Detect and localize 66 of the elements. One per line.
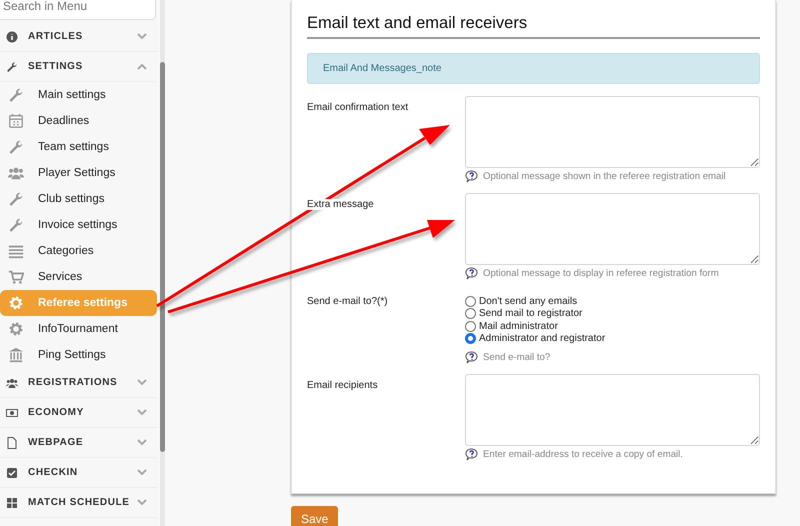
wrench-icon	[8, 217, 24, 233]
sidebar-item[interactable]: Deadlines	[0, 108, 157, 134]
field-label: Extra message	[307, 199, 374, 210]
help-text: Optional message shown in the referee registration email	[483, 171, 726, 182]
sidebar-item[interactable]: Ping Settings	[0, 342, 157, 368]
bank-icon	[8, 347, 24, 363]
help-text: Enter email-address to receive a copy of email.	[483, 449, 683, 460]
sidebar-item[interactable]: InfoTournament	[0, 316, 157, 342]
radio-button[interactable]	[465, 333, 476, 344]
checkbox-icon	[6, 466, 18, 478]
radio-button[interactable]	[465, 296, 476, 307]
wrench-icon	[8, 139, 24, 155]
help-icon	[465, 267, 478, 280]
page-icon	[6, 436, 18, 448]
sidebar-section[interactable]: ECONOMY	[0, 398, 157, 428]
radio-button[interactable]	[465, 308, 476, 320]
info-icon	[6, 30, 18, 42]
radio-label[interactable]: Don't send any emails	[479, 296, 578, 307]
sidebar-section[interactable]: MATCH SCHEDULE	[0, 488, 157, 518]
help-icon	[465, 351, 478, 364]
people-icon	[6, 376, 18, 388]
field-label: Email confirmation text	[307, 102, 408, 113]
radio-label[interactable]: Mail administrator	[479, 320, 558, 332]
chevron-icon	[137, 499, 147, 506]
chevron-icon	[137, 469, 147, 476]
card-title: Email text and email receivers	[307, 14, 760, 39]
sidebar-item[interactable]: Player Settings	[0, 160, 157, 186]
wrench-icon	[8, 191, 24, 207]
wrench-icon	[8, 87, 24, 103]
sidebar-section[interactable]: WEBPAGE	[0, 428, 157, 458]
sidebar-item[interactable]: Invoice settings	[0, 212, 157, 238]
sidebar-section[interactable]: REGISTRATIONS	[0, 368, 157, 398]
sidebar-item[interactable]: Categories	[0, 238, 157, 264]
help-icon	[465, 448, 478, 461]
gear-icon	[8, 321, 24, 337]
info-note: Email And Messages_note	[307, 53, 760, 84]
radio-label[interactable]: Administrator and registrator	[479, 333, 606, 344]
wrench-icon	[6, 60, 18, 72]
radio-label[interactable]: Send mail to registrator	[479, 308, 582, 320]
radio-button[interactable]	[465, 320, 476, 332]
cart-icon	[8, 269, 24, 285]
grid-icon	[6, 496, 18, 508]
chevron-icon	[137, 409, 147, 416]
chevron-icon	[137, 439, 147, 446]
chevron-icon	[137, 33, 147, 40]
help-icon	[465, 170, 478, 183]
money-icon	[6, 406, 18, 418]
gear-icon	[8, 295, 24, 311]
people-icon	[8, 165, 24, 181]
sidebar-section[interactable]: CHECKIN	[0, 458, 157, 488]
calendar-icon	[8, 113, 24, 129]
chevron-icon	[137, 63, 147, 70]
sidebar-item[interactable]: Services	[0, 264, 157, 290]
sidebar-section[interactable]: ARTICLES	[0, 22, 157, 52]
field-label: Email recipients	[307, 380, 378, 391]
sidebar-item[interactable]: Club settings	[0, 186, 157, 212]
help-text: Send e-mail to?	[483, 352, 550, 363]
help-text: Optional message to display in referee registration form	[483, 268, 719, 279]
sidebar-item[interactable]: Team settings	[0, 134, 157, 160]
sidebar-section[interactable]: SETTINGS	[0, 52, 157, 82]
scrollbar-thumb[interactable]	[160, 62, 165, 452]
list-icon	[8, 243, 24, 259]
sidebar-item[interactable]: Main settings	[0, 82, 157, 108]
field-label: Send e-mail to?(*)	[307, 296, 388, 307]
search-field[interactable]: Search in Menu	[0, 0, 156, 20]
chevron-icon	[137, 379, 147, 386]
